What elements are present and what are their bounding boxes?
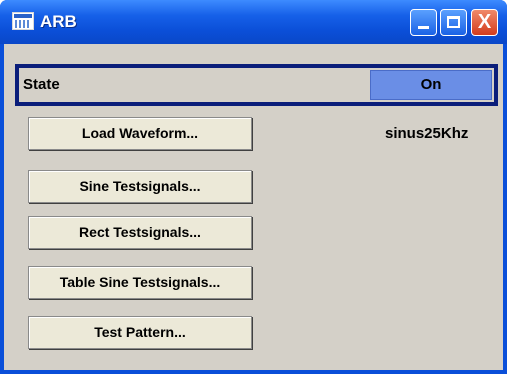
load-waveform-button[interactable]: Load Waveform... bbox=[28, 117, 252, 150]
test-pattern-button[interactable]: Test Pattern... bbox=[28, 316, 252, 349]
dialog-body: State On Load Waveform... sinus25Khz Sin… bbox=[4, 44, 503, 370]
state-toggle[interactable]: On bbox=[370, 70, 492, 100]
maximize-icon bbox=[447, 16, 460, 28]
maximize-button[interactable] bbox=[440, 9, 467, 36]
arb-window: ARB X State On Load Waveform... sinus25K… bbox=[0, 0, 507, 374]
state-row: State On bbox=[15, 64, 498, 106]
close-icon: X bbox=[477, 11, 492, 33]
minimize-icon bbox=[418, 26, 429, 29]
sine-testsignals-button[interactable]: Sine Testsignals... bbox=[28, 170, 252, 203]
close-button[interactable]: X bbox=[471, 9, 498, 36]
window-title: ARB bbox=[40, 12, 77, 31]
rect-testsignals-button[interactable]: Rect Testsignals... bbox=[28, 216, 252, 249]
minimize-button[interactable] bbox=[410, 9, 437, 36]
title-bar[interactable]: ARB X bbox=[0, 0, 507, 44]
state-label: State bbox=[23, 76, 60, 93]
arb-app-icon bbox=[12, 12, 34, 30]
table-sine-testsignals-button[interactable]: Table Sine Testsignals... bbox=[28, 266, 252, 299]
waveform-name: sinus25Khz bbox=[385, 125, 469, 142]
